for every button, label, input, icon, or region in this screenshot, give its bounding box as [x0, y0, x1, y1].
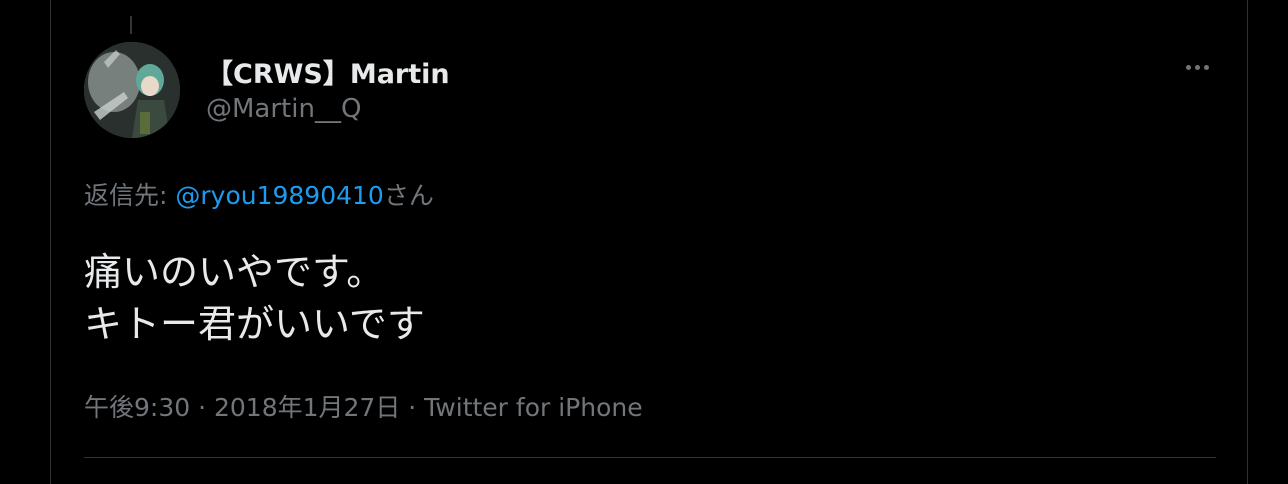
- thread-connector-line: [130, 16, 132, 34]
- more-options-button[interactable]: [1180, 54, 1214, 80]
- meta-separator: ·: [190, 393, 214, 422]
- tweet-text-line: キトー君がいいです: [84, 302, 425, 346]
- reply-mention-link[interactable]: @ryou19890410: [175, 181, 383, 210]
- reply-to-prefix: 返信先:: [84, 181, 176, 210]
- tweet-source-link[interactable]: Twitter for iPhone: [424, 393, 642, 422]
- more-horizontal-icon-dot: [1203, 64, 1209, 70]
- reply-to-suffix: さん: [383, 181, 434, 210]
- more-horizontal-icon-dot: [1194, 64, 1200, 70]
- tweet-text: 痛いのいやです。 キトー君がいいです: [84, 246, 425, 350]
- display-name[interactable]: 【CRWS】Martin: [206, 52, 450, 91]
- avatar-image: [84, 42, 180, 138]
- user-handle[interactable]: @Martin__Q: [206, 94, 361, 124]
- meta-separator: ·: [400, 393, 425, 422]
- divider: [84, 457, 1216, 458]
- tweet-time-link[interactable]: 午後9:30: [84, 393, 190, 422]
- tweet-metadata: 午後9:30 · 2018年1月27日 · Twitter for iPhone: [84, 388, 643, 424]
- avatar[interactable]: [84, 42, 180, 138]
- more-horizontal-icon-dot: [1185, 64, 1191, 70]
- tweet-date-link[interactable]: 2018年1月27日: [214, 393, 400, 422]
- tweet-text-line: 痛いのいやです。: [84, 250, 385, 294]
- reply-to-line: 返信先: @ryou19890410さん: [84, 176, 434, 212]
